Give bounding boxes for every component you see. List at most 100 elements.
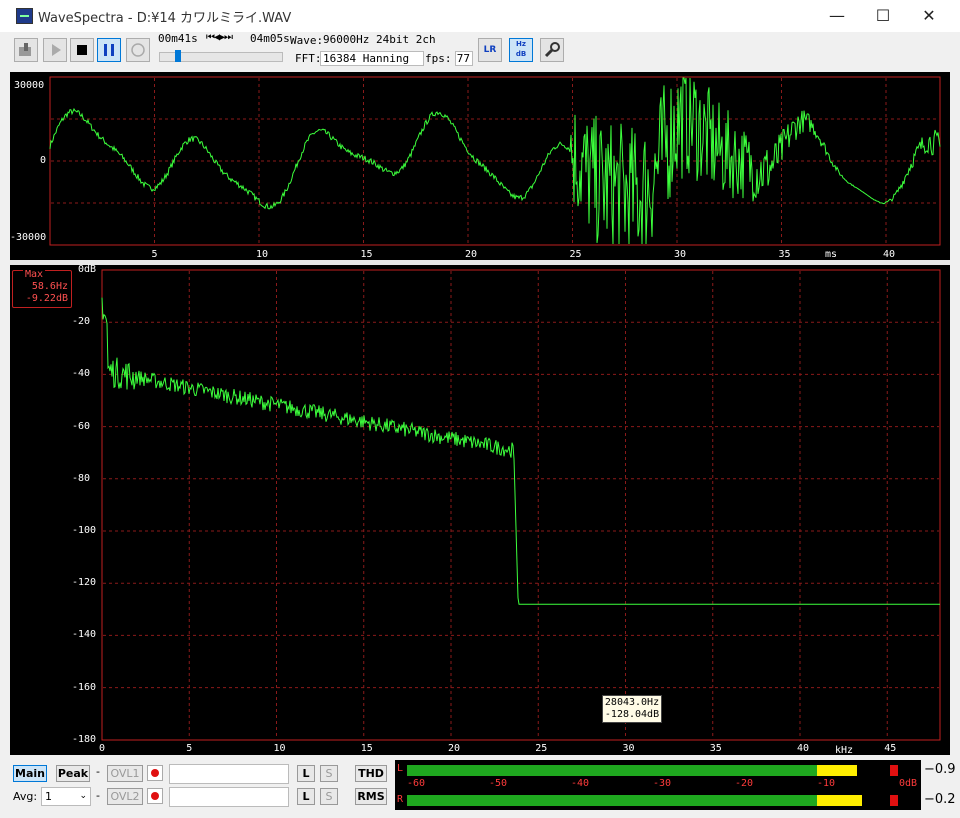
cursor-freq: 28043.0Hz <box>604 697 660 708</box>
stop-icon <box>77 45 87 55</box>
peak-button[interactable]: Peak <box>56 765 90 782</box>
pause-button[interactable] <box>97 38 121 62</box>
dash-separator: - <box>96 765 100 778</box>
rms-button[interactable]: RMS <box>355 788 387 805</box>
app-icon <box>16 8 33 24</box>
meter-tick-5: -10 <box>817 778 836 789</box>
meter-left-peak: −0.9 <box>924 762 956 777</box>
ovl1-record-button[interactable] <box>147 765 163 781</box>
spec-y-tick-8: -160 <box>72 681 97 693</box>
seek-thumb[interactable] <box>175 50 182 62</box>
main-button[interactable]: Main <box>13 765 47 782</box>
meter-yellow-segment <box>817 795 862 806</box>
spec-x-tick-3: 15 <box>360 743 373 754</box>
spec-y-tick-7: -140 <box>72 629 97 641</box>
hz-db-scale-button[interactable]: Hz dB <box>509 38 533 62</box>
toolbar: 00m41s ⏮◀▶⏭ 04m05s Wave: 96000Hz 24bit 2… <box>10 32 960 70</box>
meter-green-segment <box>407 765 817 776</box>
spec-x-tick-8: 40 <box>797 743 810 754</box>
waveform-display <box>49 76 941 246</box>
play-icon <box>52 44 61 56</box>
fps-value: 77 <box>455 51 473 66</box>
wave-x-tick-2: 15 <box>360 249 373 260</box>
ovl1-save-button[interactable]: S <box>320 765 338 782</box>
wave-x-tick-4: 25 <box>569 249 582 260</box>
spectrum-panel: 0dB -20 -40 -60 -80 -100 -120 -140 -160 -180 0 5 10… <box>10 264 950 756</box>
meter-left-label: L <box>397 763 404 774</box>
wave-x-tick-3: 20 <box>465 249 478 260</box>
spec-y-tick-5: -100 <box>72 525 97 536</box>
wave-label: Wave: <box>290 34 324 47</box>
meter-right-peak: −0.2 <box>924 792 956 807</box>
spec-y-tick-1: -20 <box>72 316 91 328</box>
fft-setting[interactable]: 16384 Hanning <box>320 51 424 66</box>
thd-button[interactable]: THD <box>355 765 387 782</box>
spec-y-tick-9: -180 <box>72 733 97 745</box>
meter-left-bar <box>407 765 907 776</box>
wave-y-tick-top: 30000 <box>14 80 45 91</box>
ovl1-load-button[interactable]: L <box>297 765 315 782</box>
lr-channel-button[interactable]: LR <box>478 38 502 62</box>
open-file-icon <box>19 43 31 56</box>
spec-x-tick-6: 30 <box>622 743 635 754</box>
record-button[interactable] <box>126 38 150 62</box>
level-meter: L R -60 -50 -40 -30 -20 -10 0dB <box>395 760 921 810</box>
meter-yellow-segment <box>817 765 857 776</box>
spec-x-tick-7: 35 <box>709 743 722 754</box>
stop-button[interactable] <box>70 38 94 62</box>
meter-right-label: R <box>397 794 404 805</box>
meter-right-bar <box>407 795 907 806</box>
open-file-button[interactable] <box>14 38 38 62</box>
spec-x-tick-0: 0 <box>99 743 106 754</box>
spec-y-tick-4: -80 <box>72 472 91 484</box>
meter-tick-4: -20 <box>735 778 754 789</box>
seek-slider[interactable] <box>159 50 283 62</box>
ovl1-name-field[interactable] <box>169 764 289 784</box>
wave-x-tick-5: 30 <box>674 249 687 260</box>
minimize-button[interactable]: — <box>814 0 860 32</box>
play-button[interactable] <box>43 38 67 62</box>
max-readout-title: Max <box>23 269 46 280</box>
ovl2-record-button[interactable] <box>147 788 163 804</box>
wave-x-tick-7: 40 <box>883 249 896 260</box>
settings-button[interactable] <box>540 38 564 62</box>
spectrum-frame <box>101 269 941 741</box>
spec-x-tick-1: 5 <box>186 743 193 754</box>
spec-y-tick-3: -60 <box>72 420 91 432</box>
spec-x-tick-9: 45 <box>884 743 897 754</box>
wave-x-tick-0: 5 <box>151 249 158 260</box>
avg-select-value: 1 <box>45 790 52 803</box>
meter-tick-2: -40 <box>571 778 590 789</box>
spec-x-unit: kHz <box>835 745 854 756</box>
ovl2-load-button[interactable]: L <box>297 788 315 805</box>
wave-format: 96000Hz 24bit 2ch <box>323 33 436 46</box>
maximize-button[interactable]: ☐ <box>860 0 906 32</box>
spec-x-tick-5: 25 <box>535 743 548 754</box>
max-readout-level: -9.22dB <box>25 293 68 304</box>
meter-tick-3: -30 <box>653 778 672 789</box>
meter-green-segment <box>407 795 817 806</box>
wave-y-tick-bottom: -30000 <box>10 232 47 243</box>
meter-tick-6: 0dB <box>899 778 918 789</box>
ovl2-save-button[interactable]: S <box>320 788 338 805</box>
ovl2-name-field[interactable] <box>169 787 289 807</box>
record-icon <box>131 43 145 57</box>
ovl1-button[interactable]: OVL1 <box>107 765 143 782</box>
wave-x-unit: ms <box>825 249 838 260</box>
title-bar: WaveSpectra - D:¥14 カワルミライ.WAV — ☐ ✕ <box>0 0 960 32</box>
seek-transport-buttons[interactable]: ⏮◀▶⏭ <box>206 32 233 43</box>
max-readout: Max 58.6Hz -9.22dB <box>12 269 72 308</box>
fft-label: FFT: <box>295 52 322 65</box>
wave-x-tick-6: 35 <box>778 249 791 260</box>
meter-peak-segment <box>889 795 898 806</box>
ovl2-button[interactable]: OVL2 <box>107 788 143 805</box>
avg-select[interactable]: 1 ⌄ <box>41 787 91 806</box>
spec-x-tick-4: 20 <box>448 743 461 754</box>
dash-separator-2: - <box>96 789 100 802</box>
wrench-icon <box>544 42 560 58</box>
spectrum-trace <box>101 297 940 605</box>
avg-label: Avg: <box>13 790 38 803</box>
pause-icon <box>104 44 114 56</box>
max-readout-freq: 58.6Hz <box>31 281 68 292</box>
close-button[interactable]: ✕ <box>906 0 952 32</box>
